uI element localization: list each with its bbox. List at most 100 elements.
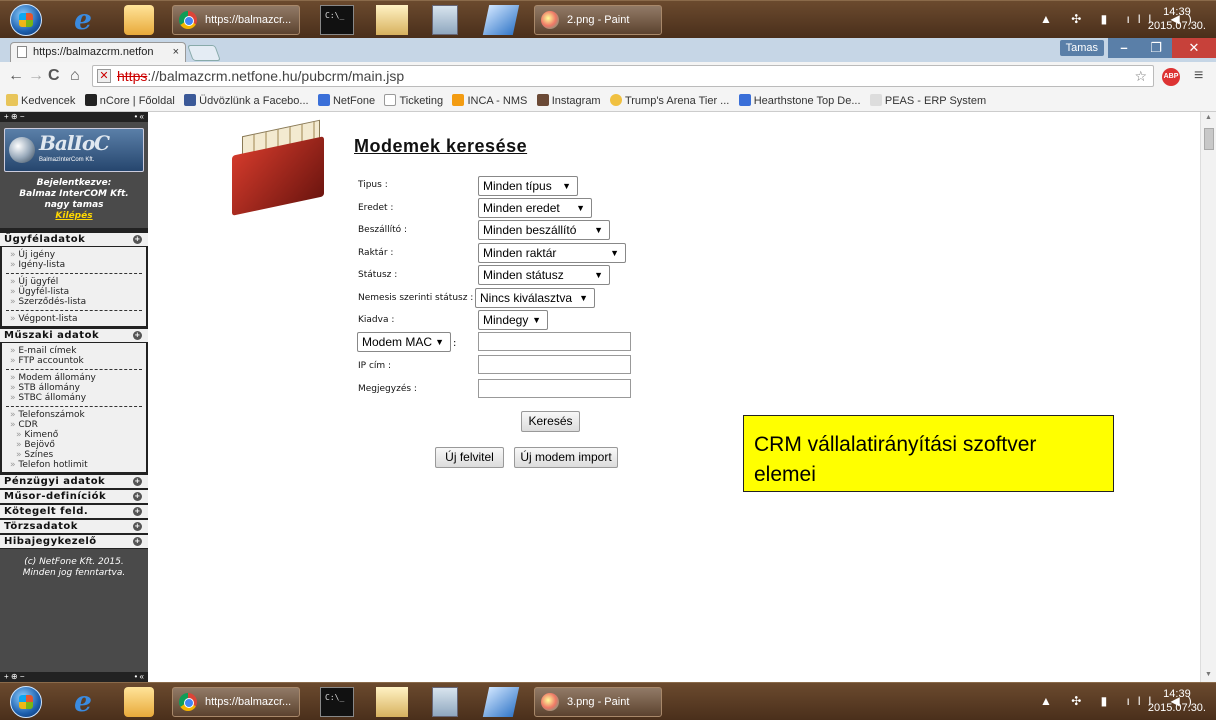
expand-icon[interactable]: + [133,477,142,486]
clock[interactable]: 14:39 2015.07.30. [1148,687,1206,715]
taskbar-chrome-task[interactable]: https://balmazcr... [172,5,300,35]
sidebar-section-ugyfeladatok[interactable]: Ügyféladatok + [0,232,148,247]
scroll-thumb[interactable] [1204,128,1214,150]
start-button[interactable] [10,686,42,718]
modem-import-button[interactable]: Új modem import [514,447,618,468]
bookmark-item[interactable]: Instagram [535,90,605,111]
sidebar-subitem[interactable]: Színes [2,450,146,460]
sidebar-section-torzs[interactable]: Törzsadatok + [0,519,148,534]
sidebar-item[interactable]: STB állomány [2,383,146,393]
bookmark-item[interactable]: Hearthstone Top De... [737,90,865,111]
expand-icon[interactable]: + [133,492,142,501]
back-arrow-icon[interactable]: ← [8,66,24,86]
select-kiadva[interactable]: Mindegy ▼ [478,310,548,330]
sidebar-subitem[interactable]: Kimenő [2,430,146,440]
sidebar-item[interactable]: Telefon hotlimit [2,460,146,470]
maximize-icon[interactable]: ❐ [1140,38,1172,58]
bookmark-item[interactable]: nCore | Főoldal [83,90,179,111]
cmd-icon[interactable] [320,687,354,717]
bookmark-star-icon[interactable]: ☆ [1134,66,1147,86]
media-player-icon[interactable] [124,687,154,717]
sidebar-item[interactable]: Igény-lista [2,260,146,270]
insecure-warning-icon[interactable]: ✕ [97,69,111,83]
sidebar-item[interactable]: Új igény [2,250,146,260]
megjegyzes-input[interactable] [478,379,631,398]
select-statusz[interactable]: Minden státusz ▼ [478,265,610,285]
new-record-button[interactable]: Új felvitel [435,447,504,468]
sidebar-item[interactable]: Modem állomány [2,373,146,383]
sidebar-item[interactable]: Végpont-lista [2,314,146,324]
minimize-icon[interactable]: – [1108,38,1140,58]
calculator-icon[interactable] [432,687,458,717]
modem-field-input[interactable] [478,332,631,351]
menu-icon[interactable]: ≡ [1194,67,1203,85]
clock[interactable]: 14:39 2015.07.30. [1148,5,1206,33]
sidebar-item[interactable]: Új ügyfél [2,277,146,287]
scroll-down-icon[interactable]: ▼ [1205,671,1212,678]
tab-close-icon[interactable]: × [173,43,179,61]
sidebar-item[interactable]: Ügyfél-lista [2,287,146,297]
sidebar-item[interactable]: FTP accountok [2,356,146,366]
bookmark-item[interactable]: NetFone [316,90,379,111]
forward-arrow-icon[interactable]: → [28,66,44,86]
bookmark-item[interactable]: Trump's Arena Tier ... [608,90,733,111]
sidebar-item[interactable]: STBC állomány [2,393,146,403]
bookmark-item[interactable]: INCA - NMS [450,90,531,111]
page-icon [17,46,27,58]
reload-icon[interactable]: C [48,66,60,86]
internet-explorer-icon[interactable]: e [68,687,98,717]
calculator-icon[interactable] [432,5,458,35]
adblock-plus-icon[interactable]: ABP [1162,68,1180,86]
bookmark-item[interactable]: Kedvencek [4,90,79,111]
logout-link[interactable]: Kilépés [0,211,148,222]
select-tipus[interactable]: Minden típus ▼ [478,176,578,196]
browser-tab[interactable]: https://balmazcrm.netfon × [10,42,186,62]
expand-icon[interactable]: + [133,537,142,546]
internet-explorer-icon[interactable]: e [68,5,98,35]
close-icon[interactable]: ✕ [1172,38,1216,58]
notebook-icon[interactable] [482,5,520,35]
label-ip: IP cím : [358,361,392,371]
taskbar-paint-task[interactable]: 2.png - Paint [534,5,662,35]
expand-icon[interactable]: + [133,522,142,531]
sidebar-section-penzugy[interactable]: Pénzügyi adatok + [0,474,148,489]
bookmark-item[interactable]: Ticketing [382,90,447,111]
search-button[interactable]: Keresés [521,411,580,432]
address-bar[interactable]: ✕ https://balmazcrm.netfone.hu/pubcrm/ma… [92,65,1154,87]
page-scrollbar[interactable]: ▲ ▼ [1200,112,1216,682]
select-raktar[interactable]: Minden raktár ▼ [478,243,626,263]
sidebar-section-koteg[interactable]: Kötegelt feld. + [0,504,148,519]
ip-input[interactable] [478,355,631,374]
bookmark-item[interactable]: Üdvözlünk a Facebo... [182,90,312,111]
select-nemesis[interactable]: Nincs kiválasztva ▼ [475,288,595,308]
file-explorer-icon[interactable] [376,5,408,35]
scroll-up-icon[interactable]: ▲ [1205,114,1212,121]
sidebar-section-muszaki[interactable]: Műszaki adatok + [0,328,148,343]
new-tab-button[interactable] [187,45,221,61]
bookmark-item[interactable]: PEAS - ERP System [868,90,990,111]
select-beszallito[interactable]: Minden beszállító ▼ [478,220,610,240]
select-eredet[interactable]: Minden eredet ▼ [478,198,592,218]
media-player-icon[interactable] [124,5,154,35]
file-explorer-icon[interactable] [376,687,408,717]
sidebar-section-musor[interactable]: Műsor-definíciók + [0,489,148,504]
sidebar-item[interactable]: Szerződés-lista [2,297,146,307]
cmd-icon[interactable] [320,5,354,35]
taskbar-paint-task[interactable]: 3.png - Paint [534,687,662,717]
sidebar-top-controls[interactable]: + ⊕ − • « [0,112,148,122]
sidebar-bottom-controls[interactable]: + ⊕ − • « [0,672,148,682]
notebook-icon[interactable] [482,687,520,717]
taskbar-chrome-task[interactable]: https://balmazcr... [172,687,300,717]
profile-button[interactable]: Tamas [1059,40,1104,56]
start-button[interactable] [10,4,42,36]
sidebar-item[interactable]: E-mail címek [2,346,146,356]
sidebar-item[interactable]: CDR [2,420,146,430]
sidebar-section-hiba[interactable]: Hibajegykezelő + [0,534,148,549]
sidebar-item[interactable]: Telefonszámok [2,410,146,420]
home-icon[interactable]: ⌂ [70,66,80,86]
sidebar-subitem[interactable]: Bejövő [2,440,146,450]
expand-icon[interactable]: + [133,331,142,340]
expand-icon[interactable]: + [133,507,142,516]
select-modem-field[interactable]: Modem MAC ▼ [357,332,451,352]
expand-icon[interactable]: + [133,235,142,244]
